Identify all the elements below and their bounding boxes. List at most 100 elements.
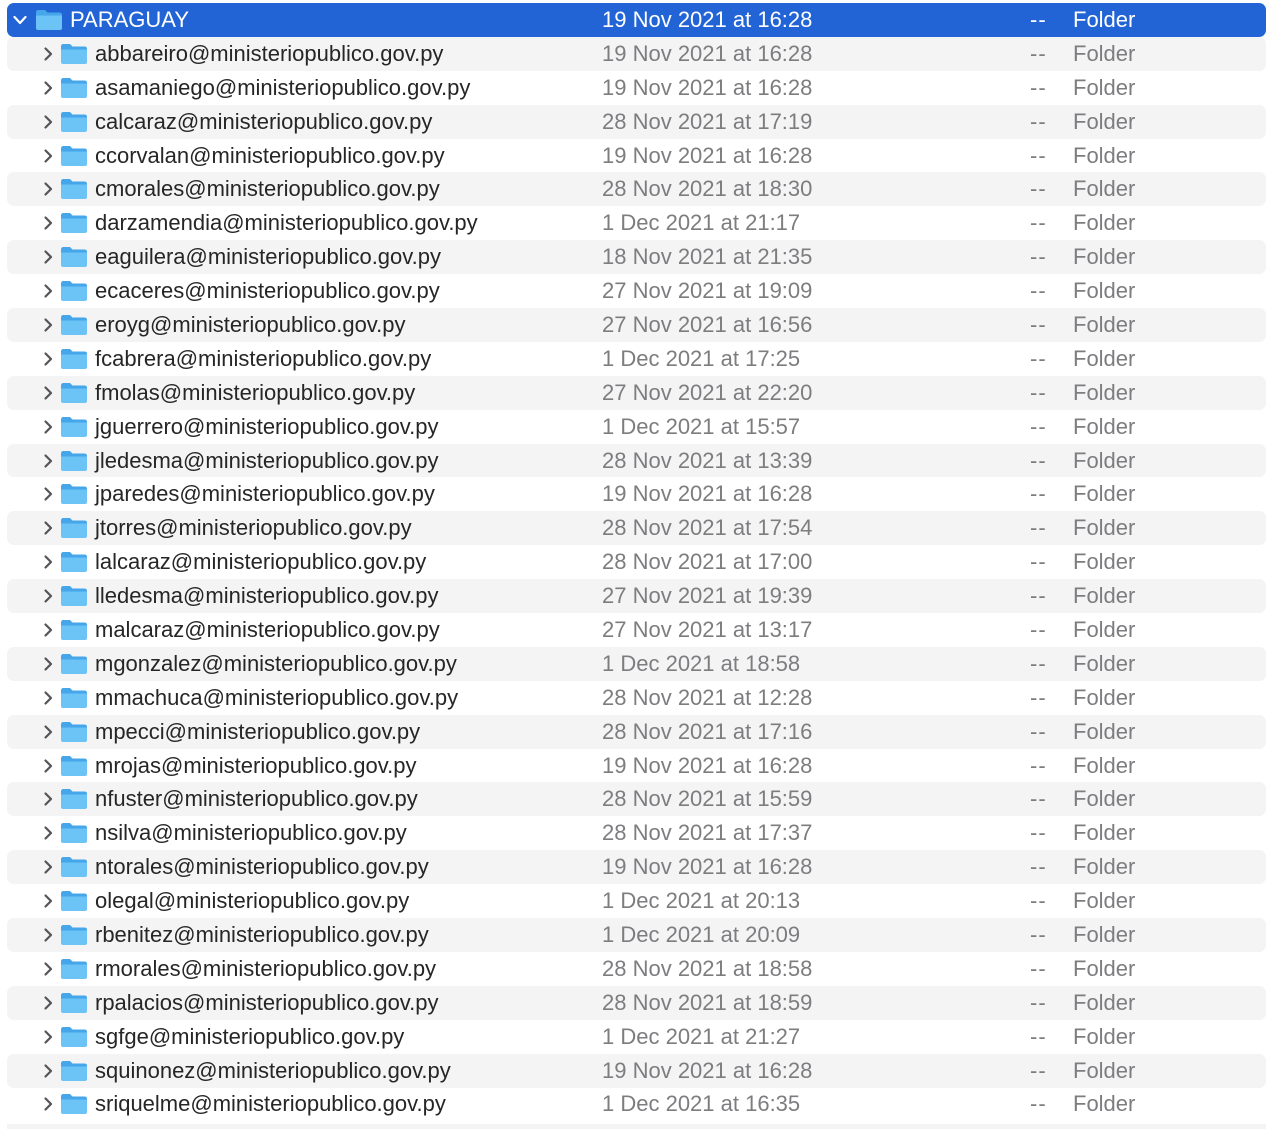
chevron-right-icon[interactable] <box>41 147 55 165</box>
chevron-right-icon[interactable] <box>41 180 55 198</box>
folder-row[interactable]: jledesma@ministeriopublico.gov.py 28 Nov … <box>7 443 1266 478</box>
chevron-right-icon[interactable] <box>41 824 55 842</box>
folder-name: jguerrero@ministeriopublico.gov.py <box>95 413 439 439</box>
chevron-right-icon[interactable] <box>41 384 55 402</box>
chevron-right-icon[interactable] <box>41 621 55 639</box>
chevron-down-icon[interactable] <box>13 11 27 29</box>
folder-row[interactable]: malcaraz@ministeriopublico.gov.py 27 Nov … <box>7 613 1266 647</box>
folder-row[interactable]: sgfge@ministeriopublico.gov.py 1 Dec 2021… <box>7 1020 1266 1054</box>
date-modified: 1 Dec 2021 at 16:35 <box>602 1091 801 1117</box>
date-modified: 19 Nov 2021 at 16:28 <box>602 481 813 507</box>
size: -- <box>1030 210 1047 236</box>
folder-row[interactable]: asamaniego@ministeriopublico.gov.py 19 No… <box>7 71 1266 105</box>
folder-name: eroyg@ministeriopublico.gov.py <box>95 311 406 337</box>
kind: Folder <box>1073 616 1136 642</box>
folder-row[interactable]: squinonez@ministeriopublico.gov.py 19 Nov… <box>7 1053 1266 1088</box>
size: -- <box>1030 549 1047 575</box>
kind: Folder <box>1073 210 1136 236</box>
size: -- <box>1030 786 1047 812</box>
folder-row[interactable]: olegal@ministeriopublico.gov.py 1 Dec 202… <box>7 884 1266 918</box>
date-modified: 28 Nov 2021 at 17:00 <box>602 549 813 575</box>
chevron-right-icon[interactable] <box>41 350 55 368</box>
chevron-right-icon[interactable] <box>41 485 55 503</box>
folder-row[interactable]: jparedes@ministeriopublico.gov.py 19 Nov … <box>7 477 1266 511</box>
folder-row[interactable]: eroyg@ministeriopublico.gov.py 27 Nov 202… <box>7 308 1266 342</box>
chevron-right-icon[interactable] <box>41 994 55 1012</box>
folder-row[interactable]: jguerrero@ministeriopublico.gov.py 1 Dec … <box>7 410 1266 444</box>
chevron-right-icon[interactable] <box>41 1028 55 1046</box>
kind: Folder <box>1073 786 1136 812</box>
folder-row[interactable]: fcabrera@ministeriopublico.gov.py 1 Dec 2… <box>7 342 1266 376</box>
folder-row[interactable]: lledesma@ministeriopublico.gov.py 27 Nov … <box>7 579 1266 614</box>
kind: Folder <box>1073 413 1136 439</box>
size: -- <box>1030 278 1047 304</box>
folder-row[interactable]: rmorales@ministeriopublico.gov.py 28 Nov … <box>7 952 1266 986</box>
chevron-right-icon[interactable] <box>41 519 55 537</box>
chevron-right-icon[interactable] <box>41 79 55 97</box>
folder-row[interactable]: mrojas@ministeriopublico.gov.py 19 Nov 20… <box>7 749 1266 783</box>
chevron-right-icon[interactable] <box>41 45 55 63</box>
chevron-right-icon[interactable] <box>41 214 55 232</box>
size: -- <box>1030 1057 1047 1083</box>
chevron-right-icon[interactable] <box>41 248 55 266</box>
chevron-right-icon[interactable] <box>41 587 55 605</box>
folder-icon <box>60 145 88 167</box>
chevron-right-icon[interactable] <box>41 960 55 978</box>
folder-icon <box>60 483 88 505</box>
folder-row[interactable]: nsilva@ministeriopublico.gov.py 28 Nov 20… <box>7 816 1266 850</box>
chevron-right-icon[interactable] <box>41 113 55 131</box>
size: -- <box>1030 888 1047 914</box>
folder-name: ccorvalan@ministeriopublico.gov.py <box>95 142 445 168</box>
size: -- <box>1030 854 1047 880</box>
chevron-right-icon[interactable] <box>41 892 55 910</box>
folder-row[interactable]: fmolas@ministeriopublico.gov.py 27 Nov 20… <box>7 375 1266 410</box>
folder-row[interactable]: mmachuca@ministeriopublico.gov.py 28 Nov … <box>7 681 1266 715</box>
kind: Folder <box>1073 379 1136 405</box>
folder-row[interactable]: eaguilera@ministeriopublico.gov.py 18 Nov… <box>7 240 1266 275</box>
chevron-right-icon[interactable] <box>41 418 55 436</box>
kind: Folder <box>1073 752 1136 778</box>
chevron-right-icon[interactable] <box>41 655 55 673</box>
folder-row[interactable]: mgonzalez@ministeriopublico.gov.py 1 Dec … <box>7 646 1266 681</box>
kind: Folder <box>1073 718 1136 744</box>
folder-row[interactable]: ccorvalan@ministeriopublico.gov.py 19 Nov… <box>7 139 1266 173</box>
date-modified: 28 Nov 2021 at 17:16 <box>602 718 813 744</box>
kind: Folder <box>1073 1023 1136 1049</box>
folder-row[interactable]: jtorres@ministeriopublico.gov.py 28 Nov 2… <box>7 511 1266 546</box>
chevron-right-icon[interactable] <box>41 1095 55 1113</box>
chevron-right-icon[interactable] <box>41 689 55 707</box>
folder-row[interactable]: rpalacios@ministeriopublico.gov.py 28 Nov… <box>7 985 1266 1020</box>
folder-row-paraguay[interactable]: PARAGUAY 19 Nov 2021 at 16:28 -- Folder <box>7 3 1266 37</box>
folder-row[interactable]: rbenitez@ministeriopublico.gov.py 1 Dec 2… <box>7 918 1266 952</box>
folder-row[interactable]: abbareiro@ministeriopublico.gov.py 19 Nov… <box>7 36 1266 71</box>
chevron-right-icon[interactable] <box>41 723 55 741</box>
folder-row[interactable]: darzamendia@ministeriopublico.gov.py 1 De… <box>7 206 1266 240</box>
folder-name: sriquelme@ministeriopublico.gov.py <box>95 1091 446 1117</box>
chevron-right-icon[interactable] <box>41 926 55 944</box>
folder-row[interactable]: lalcaraz@ministeriopublico.gov.py 28 Nov … <box>7 545 1266 579</box>
folder-row[interactable]: calcaraz@ministeriopublico.gov.py 28 Nov … <box>7 104 1266 139</box>
finder-list-view: PARAGUAY 19 Nov 2021 at 16:28 -- Folder … <box>0 3 1280 1121</box>
kind: Folder <box>1073 6 1136 32</box>
chevron-right-icon[interactable] <box>41 858 55 876</box>
chevron-right-icon[interactable] <box>41 790 55 808</box>
kind: Folder <box>1073 176 1136 202</box>
chevron-right-icon[interactable] <box>41 316 55 334</box>
folder-icon <box>60 178 88 200</box>
folder-icon <box>60 653 88 675</box>
chevron-right-icon[interactable] <box>41 282 55 300</box>
chevron-right-icon[interactable] <box>41 1062 55 1080</box>
folder-icon <box>60 43 88 65</box>
folder-name: fmolas@ministeriopublico.gov.py <box>95 379 416 405</box>
chevron-right-icon[interactable] <box>41 553 55 571</box>
kind: Folder <box>1073 955 1136 981</box>
folder-row[interactable]: ecaceres@ministeriopublico.gov.py 27 Nov … <box>7 274 1266 308</box>
chevron-right-icon[interactable] <box>41 452 55 470</box>
kind: Folder <box>1073 447 1136 473</box>
folder-row[interactable]: sriquelme@ministeriopublico.gov.py 1 Dec … <box>7 1088 1266 1122</box>
folder-row[interactable]: cmorales@ministeriopublico.gov.py 28 Nov … <box>7 172 1266 207</box>
folder-row[interactable]: ntorales@ministeriopublico.gov.py 19 Nov … <box>7 850 1266 885</box>
folder-row[interactable]: mpecci@ministeriopublico.gov.py 28 Nov 20… <box>7 714 1266 749</box>
chevron-right-icon[interactable] <box>41 757 55 775</box>
folder-row[interactable]: nfuster@ministeriopublico.gov.py 28 Nov 2… <box>7 782 1266 817</box>
